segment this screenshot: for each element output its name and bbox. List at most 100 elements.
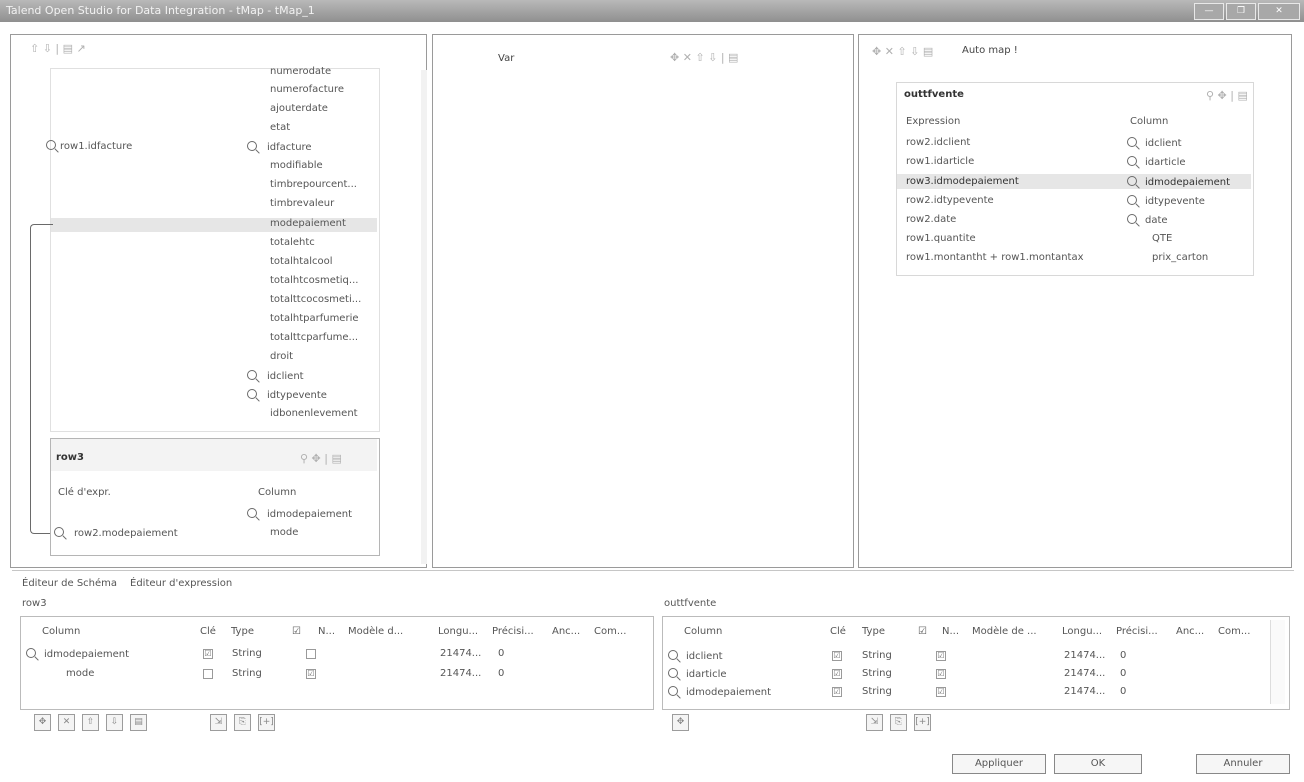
right-precision-2[interactable]: 0 (1120, 668, 1126, 679)
column-numerofacture[interactable]: numerofacture (270, 84, 344, 95)
ok-button[interactable]: OK (1054, 754, 1142, 774)
left-type-1[interactable]: String (232, 648, 262, 659)
output-expr-3[interactable]: row3.idmodepaiement (906, 176, 1019, 187)
output-col-3[interactable]: idmodepaiement (1127, 176, 1230, 188)
output-expr-5[interactable]: row2.date (906, 214, 956, 225)
tab-schema-editor[interactable]: Éditeur de Schéma (22, 578, 117, 589)
move-up-icon[interactable]: ⇧ (82, 714, 99, 731)
left-length-2[interactable]: 21474... (440, 668, 481, 679)
left-length-1[interactable]: 21474... (440, 648, 481, 659)
schema-right-scrollbar[interactable] (1270, 620, 1285, 704)
right-header-length[interactable]: Longu... (1062, 626, 1102, 637)
right-header-comment[interactable]: Com... (1218, 626, 1250, 637)
left-row-mode[interactable]: mode (66, 668, 94, 679)
input-scrollbar[interactable] (421, 70, 427, 564)
tab-expression-editor[interactable]: Éditeur d'expression (130, 578, 232, 589)
right-header-nullable[interactable]: N... (942, 626, 959, 637)
maximize-button[interactable]: ❐ (1226, 3, 1256, 20)
left-nullable-checkbox-1[interactable] (306, 649, 316, 659)
paste-right-icon[interactable]: [+] (914, 714, 931, 731)
column-idtypevente[interactable]: idtypevente (247, 389, 327, 401)
output-table-icons[interactable]: ⚲ ✥ | ▤ (1206, 89, 1248, 102)
lookup-table-icons[interactable]: ⚲ ✥ | ▤ (300, 452, 342, 465)
left-header-type[interactable]: Type (231, 626, 254, 637)
lookup-column-idmodepaiement[interactable]: idmodepaiement (247, 508, 352, 520)
right-row-idmodepaiement[interactable]: idmodepaiement (668, 686, 771, 698)
export-right-icon[interactable]: ⎘ (890, 714, 907, 731)
export-icon[interactable]: ⎘ (234, 714, 251, 731)
output-col-2[interactable]: idarticle (1127, 156, 1186, 168)
left-header-column[interactable]: Column (42, 626, 80, 637)
right-length-2[interactable]: 21474... (1064, 668, 1105, 679)
lookup-column-mode[interactable]: mode (270, 527, 298, 538)
minimize-button[interactable]: — (1194, 3, 1224, 20)
right-row-idclient[interactable]: idclient (668, 650, 723, 662)
column-idfacture[interactable]: idfacture (247, 141, 312, 153)
right-precision-1[interactable]: 0 (1120, 650, 1126, 661)
automap-button[interactable]: Auto map ! (962, 45, 1018, 56)
left-precision-2[interactable]: 0 (498, 668, 504, 679)
column-etat[interactable]: etat (270, 122, 290, 133)
var-toolbar[interactable]: ✥ ✕ ⇧ ⇩ | ▤ (670, 51, 738, 64)
column-timbrevaleur[interactable]: timbrevaleur (270, 198, 334, 209)
left-key-checkbox-2[interactable] (203, 669, 213, 679)
left-header-precision[interactable]: Précisi... (492, 626, 534, 637)
left-precision-1[interactable]: 0 (498, 648, 504, 659)
column-ajouterdate[interactable]: ajouterdate (270, 103, 328, 114)
main-row-key[interactable]: row1.idfacture (46, 140, 132, 152)
right-header-default[interactable]: Anc... (1176, 626, 1204, 637)
left-key-checkbox-1[interactable]: ☑ (203, 649, 213, 659)
left-type-2[interactable]: String (232, 668, 262, 679)
right-precision-3[interactable]: 0 (1120, 686, 1126, 697)
left-header-model[interactable]: Modèle d... (348, 626, 403, 637)
right-header-column[interactable]: Column (684, 626, 722, 637)
column-numerodate[interactable]: numerodate (270, 66, 331, 77)
column-modepaiement[interactable]: modepaiement (270, 218, 346, 229)
left-header-key[interactable]: Clé (200, 626, 216, 637)
right-type-2[interactable]: String (862, 668, 892, 679)
right-key-checkbox-2[interactable]: ☑ (832, 669, 842, 679)
column-totalttcparfume[interactable]: totalttcparfume... (270, 332, 358, 343)
output-col-7[interactable]: prix_carton (1152, 252, 1208, 263)
right-nullable-checkbox-2[interactable]: ☑ (936, 669, 946, 679)
left-header-nullable[interactable]: N... (318, 626, 335, 637)
close-button[interactable]: ✕ (1258, 3, 1300, 20)
copy-icon[interactable]: ▤ (130, 714, 147, 731)
left-row-idmodepaiement[interactable]: idmodepaiement (26, 648, 129, 660)
column-idbonenlevement[interactable]: idbonenlevement (270, 408, 358, 419)
column-timbrepourcent[interactable]: timbrepourcent... (270, 179, 357, 190)
output-expr-2[interactable]: row1.idarticle (906, 156, 974, 167)
output-expr-1[interactable]: row2.idclient (906, 137, 970, 148)
right-header-nullable-check[interactable]: ☑ (918, 626, 927, 637)
left-nullable-checkbox-2[interactable]: ☑ (306, 669, 316, 679)
right-type-3[interactable]: String (862, 686, 892, 697)
apply-button[interactable]: Appliquer (952, 754, 1046, 774)
paste-icon[interactable]: [+] (258, 714, 275, 731)
right-nullable-checkbox-1[interactable]: ☑ (936, 651, 946, 661)
lookup-expr[interactable]: row2.modepaiement (54, 527, 178, 539)
right-length-1[interactable]: 21474... (1064, 650, 1105, 661)
lookup-table-name[interactable]: row3 (56, 452, 84, 463)
left-header-nullable-check[interactable]: ☑ (292, 626, 301, 637)
right-length-3[interactable]: 21474... (1064, 686, 1105, 697)
right-key-checkbox-1[interactable]: ☑ (832, 651, 842, 661)
output-col-4[interactable]: idtypevente (1127, 195, 1205, 207)
output-expr-6[interactable]: row1.quantite (906, 233, 976, 244)
remove-row-icon[interactable]: ✕ (58, 714, 75, 731)
import-icon[interactable]: ⇲ (210, 714, 227, 731)
input-toolbar[interactable]: ⇧ ⇩ | ▤ ↗ (30, 42, 86, 55)
column-modifiable[interactable]: modifiable (270, 160, 323, 171)
add-row-right-icon[interactable]: ✥ (672, 714, 689, 731)
move-down-icon[interactable]: ⇩ (106, 714, 123, 731)
output-col-6[interactable]: QTE (1152, 233, 1172, 244)
column-totalttcocosmeti[interactable]: totalttcocosmeti... (270, 294, 361, 305)
right-row-idarticle[interactable]: idarticle (668, 668, 727, 680)
import-right-icon[interactable]: ⇲ (866, 714, 883, 731)
right-nullable-checkbox-3[interactable]: ☑ (936, 687, 946, 697)
right-header-model[interactable]: Modèle de ... (972, 626, 1037, 637)
right-type-1[interactable]: String (862, 650, 892, 661)
output-col-5[interactable]: date (1127, 214, 1168, 226)
right-key-checkbox-3[interactable]: ☑ (832, 687, 842, 697)
left-header-comment[interactable]: Com... (594, 626, 626, 637)
right-header-key[interactable]: Clé (830, 626, 846, 637)
